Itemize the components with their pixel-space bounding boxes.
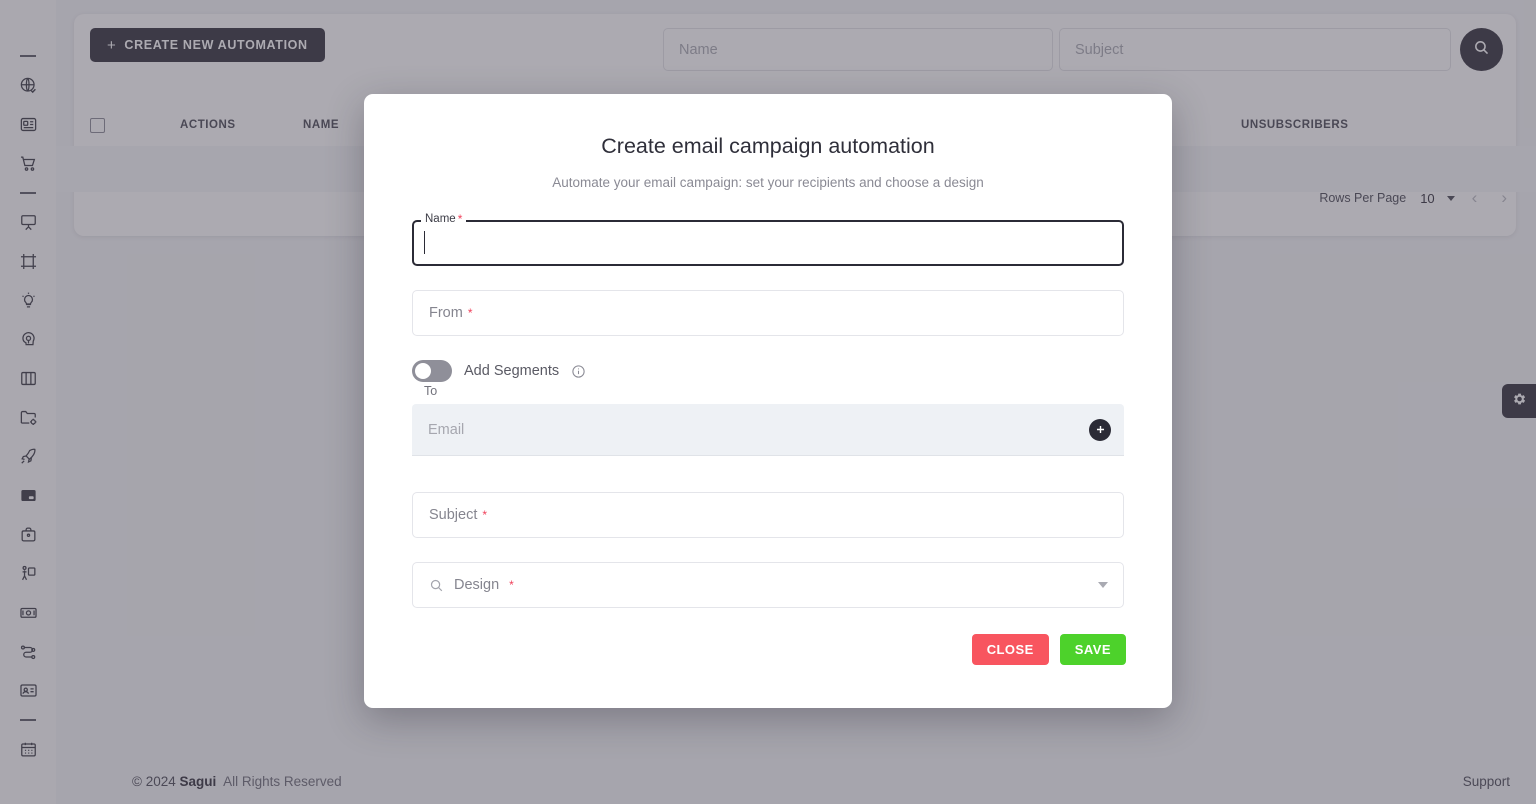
name-label-text: Name [425,213,456,225]
email-input[interactable]: Email [412,404,1124,456]
to-label: To [424,384,438,398]
required-marker: * [509,578,514,592]
design-select[interactable]: Design * [412,562,1124,608]
text-cursor [424,231,426,254]
required-marker: * [482,508,488,522]
dialog-actions: CLOSE SAVE [971,634,1126,665]
add-segments-label: Add Segments [464,363,560,379]
save-button[interactable]: SAVE [1059,634,1126,665]
add-segments-toggle[interactable] [412,360,452,382]
name-input-label: Name * [421,212,467,226]
design-placeholder: Design [454,577,500,593]
to-group: To Email [412,384,1124,456]
dialog-subtitle: Automate your email campaign: set your r… [552,175,984,190]
dialog-title: Create email campaign automation [601,134,935,158]
name-input-outline [412,220,1124,266]
info-icon[interactable] [571,364,586,379]
name-input[interactable]: Name * [412,212,1124,266]
from-input[interactable]: From * [412,290,1124,336]
email-placeholder: Email [428,421,465,438]
required-marker: * [467,306,473,320]
toggle-knob [415,363,431,379]
chevron-down-icon[interactable] [1098,582,1108,588]
required-marker: * [457,212,463,226]
from-placeholder: From [429,305,463,321]
add-segments-row: Add Segments [412,356,1124,386]
close-button[interactable]: CLOSE [971,634,1049,665]
search-icon [429,578,444,593]
subject-placeholder: Subject [429,507,478,523]
subject-input[interactable]: Subject * [412,492,1124,538]
add-email-button[interactable] [1089,418,1111,441]
create-email-campaign-dialog: Create email campaign automation Automat… [364,94,1172,708]
